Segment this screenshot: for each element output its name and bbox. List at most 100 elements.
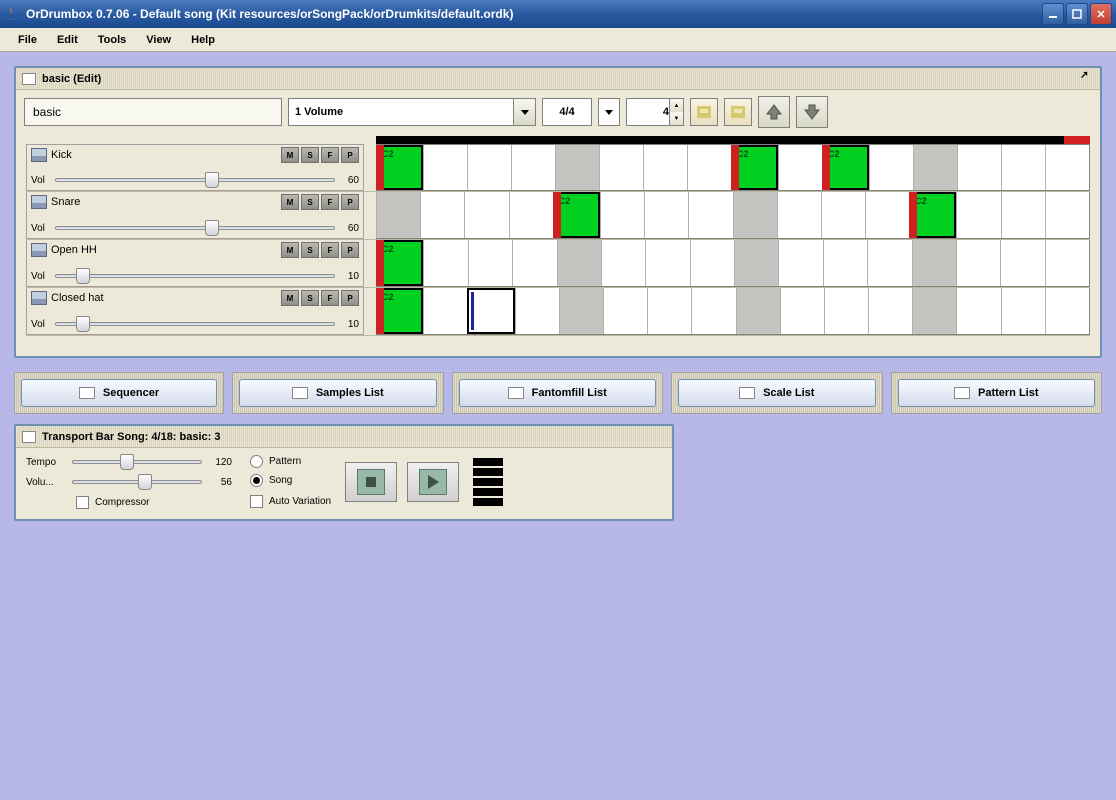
toolbar-button-2[interactable] — [724, 98, 752, 126]
step-cell[interactable] — [1045, 288, 1089, 334]
track-volume-slider[interactable] — [55, 220, 335, 236]
param-dropdown[interactable]: 1 Volume — [288, 98, 536, 126]
timesig-dropdown[interactable]: 4/4 — [542, 98, 592, 126]
step-cell[interactable] — [468, 240, 512, 286]
step-cell[interactable] — [956, 288, 1000, 334]
step-cell[interactable] — [780, 288, 824, 334]
compressor-checkbox[interactable] — [76, 496, 89, 509]
step-cell[interactable] — [376, 192, 420, 238]
step-cell[interactable] — [559, 288, 603, 334]
step-cell[interactable] — [515, 288, 559, 334]
menu-help[interactable]: Help — [181, 31, 225, 49]
step-cell[interactable] — [778, 240, 822, 286]
tab-samples-list[interactable]: Samples List — [239, 379, 437, 407]
step-cell[interactable] — [1001, 192, 1045, 238]
window-close-button[interactable] — [1090, 3, 1112, 25]
step-cell[interactable] — [423, 288, 467, 334]
step-cell[interactable] — [557, 240, 601, 286]
window-maximize-button[interactable] — [1066, 3, 1088, 25]
track-f-button[interactable]: F — [321, 147, 339, 163]
tab-sequencer[interactable]: Sequencer — [21, 379, 217, 407]
menu-edit[interactable]: Edit — [47, 31, 88, 49]
step-cell[interactable] — [601, 240, 645, 286]
disk-icon[interactable] — [31, 195, 47, 209]
step-cell[interactable] — [555, 145, 599, 190]
track-s-button[interactable]: S — [301, 194, 319, 210]
step-cell[interactable]: C2 — [553, 192, 600, 238]
step-cell[interactable] — [734, 240, 778, 286]
step-cell[interactable] — [956, 192, 1000, 238]
toolbar-button-1[interactable] — [690, 98, 718, 126]
step-cell[interactable] — [821, 192, 865, 238]
autovar-checkbox[interactable] — [250, 495, 263, 508]
disk-icon[interactable] — [31, 243, 47, 257]
step-cell[interactable] — [912, 240, 956, 286]
step-cell[interactable] — [464, 192, 508, 238]
spinner-down[interactable]: ▼ — [669, 112, 683, 125]
menu-tools[interactable]: Tools — [88, 31, 137, 49]
step-cell[interactable]: C2 — [822, 145, 869, 190]
track-p-button[interactable]: P — [341, 290, 359, 306]
step-cell[interactable] — [1001, 145, 1045, 190]
tempo-slider[interactable] — [72, 454, 202, 470]
step-cell[interactable] — [647, 288, 691, 334]
step-cell[interactable] — [1045, 240, 1089, 286]
step-cell[interactable] — [512, 240, 556, 286]
step-cell[interactable] — [733, 192, 777, 238]
step-cell[interactable] — [509, 192, 553, 238]
step-cell[interactable] — [467, 145, 511, 190]
dropdown-button[interactable] — [513, 99, 535, 125]
track-f-button[interactable]: F — [321, 242, 339, 258]
window-minimize-button[interactable] — [1042, 3, 1064, 25]
step-cell[interactable] — [824, 288, 868, 334]
spinner-up[interactable]: ▲ — [669, 99, 683, 112]
timesig-dropdown-button[interactable] — [598, 98, 620, 126]
step-cell[interactable] — [869, 145, 913, 190]
track-volume-slider[interactable] — [55, 316, 335, 332]
step-cell[interactable]: C2 — [731, 145, 778, 190]
step-cell[interactable] — [688, 192, 732, 238]
step-cell[interactable] — [643, 145, 687, 190]
track-volume-slider[interactable] — [55, 268, 335, 284]
step-cell[interactable] — [467, 288, 514, 334]
track-s-button[interactable]: S — [301, 147, 319, 163]
step-cell[interactable] — [1045, 192, 1089, 238]
panel-maximize-button[interactable]: ↗ — [1080, 70, 1096, 86]
track-s-button[interactable]: S — [301, 290, 319, 306]
track-p-button[interactable]: P — [341, 194, 359, 210]
tab-pattern-list[interactable]: Pattern List — [898, 379, 1096, 407]
steps-spinner[interactable]: 4 ▲▼ — [626, 98, 684, 126]
step-cell[interactable] — [423, 145, 467, 190]
step-cell[interactable] — [913, 145, 957, 190]
step-cell[interactable] — [690, 240, 734, 286]
step-cell[interactable] — [645, 240, 689, 286]
tab-fantomfill-list[interactable]: Fantomfill List — [459, 379, 657, 407]
track-p-button[interactable]: P — [341, 147, 359, 163]
master-volume-slider[interactable] — [72, 474, 202, 490]
track-f-button[interactable]: F — [321, 194, 339, 210]
pattern-name-input[interactable] — [24, 98, 282, 126]
menu-view[interactable]: View — [136, 31, 181, 49]
step-cell[interactable] — [644, 192, 688, 238]
step-cell[interactable] — [691, 288, 735, 334]
tab-scale-list[interactable]: Scale List — [678, 379, 876, 407]
mode-song-radio[interactable] — [250, 474, 263, 487]
step-cell[interactable] — [600, 192, 644, 238]
step-cell[interactable]: C2 — [376, 145, 423, 190]
track-volume-slider[interactable] — [55, 172, 335, 188]
step-cell[interactable] — [868, 288, 912, 334]
step-cell[interactable] — [603, 288, 647, 334]
step-cell[interactable] — [778, 145, 822, 190]
step-cell[interactable]: C2 — [376, 240, 423, 286]
disk-icon[interactable] — [31, 148, 47, 162]
step-cell[interactable] — [823, 240, 867, 286]
timeline-ruler[interactable] — [376, 136, 1090, 144]
step-cell[interactable] — [1000, 240, 1044, 286]
step-cell[interactable] — [777, 192, 821, 238]
track-m-button[interactable]: M — [281, 242, 299, 258]
mode-pattern-radio[interactable] — [250, 455, 263, 468]
track-m-button[interactable]: M — [281, 147, 299, 163]
disk-icon[interactable] — [31, 291, 47, 305]
step-cell[interactable] — [1045, 145, 1089, 190]
track-m-button[interactable]: M — [281, 194, 299, 210]
